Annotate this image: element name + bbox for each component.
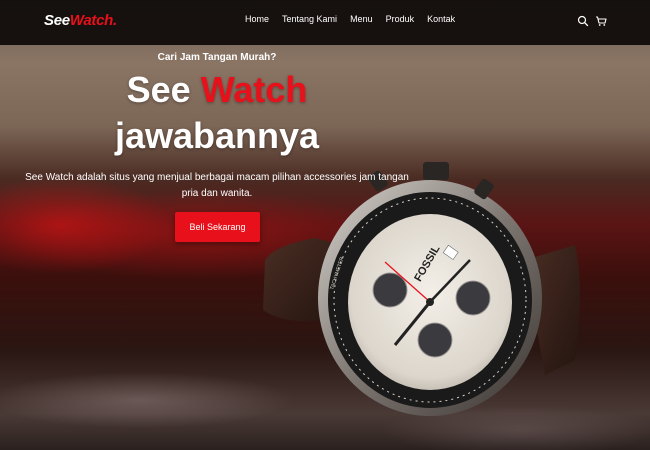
search-icon[interactable] <box>577 14 589 27</box>
nav-item-menu[interactable]: Menu <box>350 14 373 24</box>
buy-now-button[interactable]: Beli Sekarang <box>175 212 260 242</box>
nav-item-home[interactable]: Home <box>245 14 269 24</box>
hero-headline: See Watch <box>0 66 434 114</box>
nav-item-tentang-kami[interactable]: Tentang Kami <box>282 14 337 24</box>
brand-name-accent: Watch <box>69 12 114 29</box>
brand-logo[interactable]: SeeWatch. <box>44 12 117 29</box>
hero-headline-white: See <box>126 69 191 110</box>
brand-name-main: See <box>44 12 70 29</box>
nav-menu: Home Tentang Kami Menu Produk Kontak <box>245 14 468 24</box>
nav-item-kontak[interactable]: Kontak <box>427 14 455 24</box>
hero-description: See Watch adalah situs yang menjual berb… <box>25 172 409 199</box>
hero-headline-line2: jawabannya <box>114 115 320 156</box>
navbar: SeeWatch. Home Tentang Kami Menu Produk … <box>0 0 650 45</box>
cart-icon[interactable] <box>595 14 607 26</box>
nav-icons <box>577 14 607 27</box>
hero-headline-red: Watch <box>200 69 308 110</box>
hero-subtitle: Cari Jam Tangan Murah? <box>157 52 277 63</box>
brand-name-dot: . <box>113 12 117 29</box>
nav-item-produk[interactable]: Produk <box>386 14 415 24</box>
